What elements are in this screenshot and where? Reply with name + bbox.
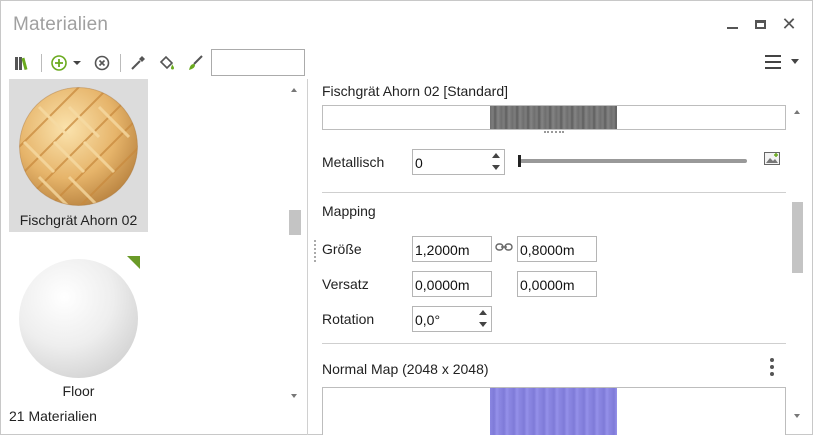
material-title: Fischgrät Ahorn 02 [Standard] [322, 83, 508, 99]
toolbar-separator [120, 54, 121, 72]
texture-preview[interactable] [322, 105, 786, 130]
eyedropper-icon[interactable] [128, 53, 148, 73]
section-divider [322, 343, 786, 344]
metallic-field[interactable]: 0 [412, 149, 505, 175]
dropdown-caret-icon[interactable] [71, 53, 83, 73]
offset-y-field[interactable]: 0,0000m [517, 271, 597, 297]
rotation-spinner[interactable] [478, 309, 488, 329]
rotation-value: 0,0° [415, 312, 441, 328]
normal-map-title: Normal Map (2048 x 2048) [322, 361, 489, 377]
material-count: 21 Materialien [9, 408, 97, 424]
metallic-slider-track[interactable] [520, 159, 747, 163]
size-y-field[interactable]: 0,8000m [517, 236, 597, 262]
material-name: Fischgrät Ahorn 02 [19, 212, 138, 228]
mapping-section-title: Mapping [322, 203, 376, 219]
material-name: Floor [62, 383, 95, 399]
paint-bucket-icon[interactable] [157, 53, 177, 73]
close-icon: ✕ [781, 13, 797, 34]
add-circle-icon[interactable] [49, 53, 69, 73]
link-aspect-icon[interactable] [495, 243, 513, 251]
list-scrollbar-thumb[interactable] [289, 210, 301, 235]
offset-y-value: 0,0000m [520, 277, 575, 293]
offset-x-value: 0,0000m [415, 277, 470, 293]
material-status-badge [127, 256, 140, 269]
offset-x-field[interactable]: 0,0000m [412, 271, 492, 297]
properties-scrollbar-thumb[interactable] [792, 202, 803, 273]
brush-icon[interactable] [185, 53, 205, 73]
maximize-icon [754, 19, 766, 29]
material-thumbnail [19, 87, 138, 206]
size-y-value: 0,8000m [520, 242, 575, 258]
hamburger-menu-icon[interactable] [765, 55, 781, 69]
size-x-value: 1,2000m [415, 242, 470, 258]
resize-grip[interactable] [314, 240, 316, 262]
metallic-value: 0 [415, 155, 423, 171]
maximize-button[interactable] [749, 13, 771, 35]
metallic-label: Metallisch [322, 154, 385, 170]
material-item-fischgraet-ahorn[interactable]: Fischgrät Ahorn 02 [9, 79, 148, 232]
minimize-icon [726, 27, 738, 29]
offset-label: Versatz [322, 276, 369, 292]
rotation-field[interactable]: 0,0° [412, 306, 492, 332]
scroll-up-arrow-icon[interactable] [291, 88, 297, 92]
properties-panel: Fischgrät Ahorn 02 [Standard] Metallisch… [307, 79, 812, 435]
image-picker-icon[interactable] [764, 152, 780, 165]
search-input[interactable] [211, 49, 305, 76]
normal-map-preview-image [490, 388, 617, 435]
material-list: Fischgrät Ahorn 02 Floor 21 Materialien [1, 79, 306, 435]
materials-window: Materialien ✕ Fischgrät Ahorn 02 Floor 2… [0, 0, 813, 435]
size-label: Größe [322, 241, 362, 257]
section-divider [322, 192, 786, 193]
toolbar [1, 47, 812, 79]
material-item-floor[interactable]: Floor [9, 249, 148, 402]
scroll-down-arrow-icon[interactable] [291, 394, 297, 398]
resize-grip[interactable] [544, 131, 564, 133]
library-icon[interactable] [13, 53, 33, 73]
toolbar-separator [41, 54, 42, 72]
size-x-field[interactable]: 1,2000m [412, 236, 492, 262]
metallic-spinner[interactable] [491, 152, 501, 172]
scroll-down-arrow-icon[interactable] [794, 414, 800, 418]
texture-preview-image [490, 106, 617, 129]
menu-dropdown-caret-icon[interactable] [791, 59, 799, 64]
rotation-label: Rotation [322, 311, 375, 327]
minimize-button[interactable] [721, 13, 743, 35]
close-button[interactable]: ✕ [778, 13, 800, 35]
metallic-slider-thumb[interactable] [518, 155, 521, 167]
more-options-icon[interactable] [770, 358, 774, 376]
material-thumbnail [19, 259, 138, 378]
scroll-up-arrow-icon[interactable] [794, 110, 800, 114]
window-title: Materialien [13, 14, 109, 35]
remove-circle-icon[interactable] [92, 53, 112, 73]
normal-map-preview[interactable] [322, 387, 786, 435]
title-bar[interactable]: Materialien ✕ [1, 1, 812, 47]
